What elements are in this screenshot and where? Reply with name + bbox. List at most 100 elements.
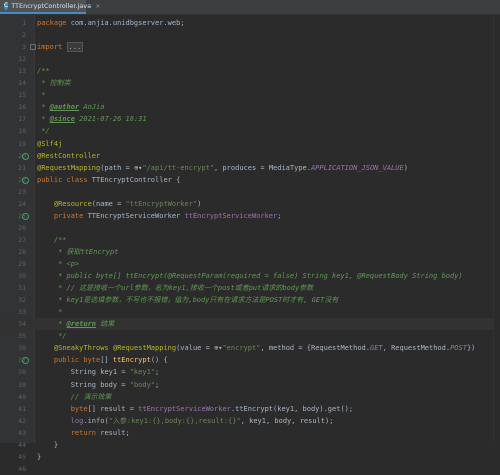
code-line[interactable]: 25 private TTEncryptServiceWorker ttEncr… [0, 210, 494, 222]
code-token: public class [37, 175, 92, 184]
line-number: 27 [18, 235, 26, 244]
code-line[interactable]: 18 */ [0, 125, 494, 137]
code-token: (value = [176, 344, 215, 353]
code-line[interactable]: 34 * @return 结果 [0, 318, 494, 331]
spring-bean-icon[interactable] [22, 152, 29, 160]
code-text: */ [37, 330, 67, 342]
code-line[interactable]: 23 [0, 186, 494, 198]
code-token: 2021-07-26 18:31 [74, 115, 147, 124]
code-line[interactable]: 38 String key1 = "key1"; [0, 366, 494, 378]
code-editor[interactable]: 1 package com.anjia.unidbgserver.web; 2 3 im… [0, 15, 500, 473]
code-text: private TTEncryptServiceWorker ttEncrypt… [37, 210, 282, 222]
code-token: /** [53, 235, 67, 244]
code-line[interactable]: 28 * 获取ttEncrypt [0, 246, 494, 258]
line-number: 14 [18, 79, 26, 88]
line-number: 44 [18, 440, 26, 449]
code-token: @author [49, 103, 80, 112]
spring-bean-icon[interactable] [22, 357, 29, 365]
code-text: import ... [37, 41, 84, 53]
line-number: 24 [18, 199, 26, 208]
code-line[interactable]: 31 * // 这是接收一个url参数，名为key1,接收一个post或者put… [0, 282, 494, 294]
line-number: 23 [18, 187, 26, 196]
code-line[interactable]: 46 [0, 463, 494, 475]
code-token: byte [70, 404, 88, 413]
code-line[interactable]: 21 @RequestMapping(path = ⊕▾"/api/tt-encr… [0, 162, 494, 174]
editor-scrollbar[interactable] [493, 15, 500, 443]
code-line[interactable]: 16 * @author AnJia [0, 101, 494, 113]
code-line[interactable]: 37 public byte[] ttEncrypt() { [0, 354, 494, 366]
code-text: @RestController [37, 150, 100, 162]
tab-ttencryptcontroller[interactable]: C TTEncryptController.java × [0, 0, 101, 14]
line-number: 28 [18, 247, 26, 256]
code-token: (name = [91, 199, 126, 208]
code-line[interactable]: 33 * [0, 306, 494, 318]
code-line[interactable]: 13 /** [0, 65, 494, 77]
code-line[interactable]: 29 * <p> [0, 258, 494, 270]
code-token: (path = [100, 163, 134, 172]
code-line[interactable]: 32 * key1是选填参数，不写也不报错，值为,body只有在请求方法是POS… [0, 294, 494, 306]
code-line[interactable]: 35 */ [0, 330, 494, 342]
code-line[interactable]: 30 * public byte[] ttEncrypt(@RequestPar… [0, 270, 494, 282]
code-text: * <p> [37, 258, 79, 270]
code-token: * public byte[] ttEncrypt(@RequestParam(… [37, 272, 463, 281]
code-token: String key1 = [37, 368, 130, 377]
code-token: * 获取ttEncrypt [37, 247, 119, 256]
code-token: log [70, 416, 84, 425]
code-line[interactable]: 3 import ... [0, 41, 494, 53]
code-text: /** [37, 65, 50, 77]
code-line[interactable]: 2 [0, 29, 494, 41]
code-line[interactable]: 17 * @since 2021-07-26 18:31 [0, 113, 494, 125]
code-token: ) [403, 163, 408, 172]
code-text: String key1 = "key1"; [37, 366, 160, 378]
code-token: */ [37, 332, 67, 341]
code-token: private [53, 211, 88, 220]
code-line[interactable]: 26 [0, 222, 494, 234]
code-line[interactable]: 1 package com.anjia.unidbgserver.web; [0, 17, 494, 29]
code-text: * @author AnJia [37, 101, 104, 113]
line-number: 1 [22, 19, 26, 27]
code-line[interactable]: 20 @RestController [0, 150, 494, 162]
code-line[interactable]: 44 } [0, 439, 494, 451]
code-text: */ [37, 125, 50, 137]
code-token: "ttEncryptWorker" [125, 199, 198, 208]
code-token: @since [49, 115, 75, 124]
code-line[interactable]: 15 * [0, 89, 494, 101]
code-token[interactable]: ... [66, 42, 84, 53]
code-line[interactable]: 12 [0, 53, 494, 65]
code-line[interactable]: 41 byte[] result = ttEncryptServiceWorke… [0, 403, 494, 415]
code-text: * [37, 89, 45, 101]
code-text: return result; [37, 427, 130, 439]
code-token: GET [369, 344, 383, 353]
code-token: */ [37, 127, 50, 136]
code-line[interactable]: 40 // 演示效果 [0, 391, 494, 403]
code-line[interactable]: 36 @SneakyThrows @RequestMapping(value =… [0, 342, 494, 354]
code-token: .info( [83, 416, 109, 425]
code-line[interactable]: 22 public class TTEncryptController { [0, 174, 494, 186]
code-text: * key1是选填参数，不写也不报错，值为,body只有在请求方法是POST时才… [37, 294, 338, 306]
line-number: 15 [18, 91, 26, 100]
code-line[interactable]: 14 * 控制类 [0, 77, 494, 89]
code-token: ) [197, 199, 202, 208]
code-line[interactable]: 24 @Resource(name = "ttEncryptWorker") [0, 198, 494, 210]
code-line[interactable]: 42 log.info("入参:key1:{},body:{},result:{… [0, 415, 494, 427]
spring-bean-icon[interactable] [22, 212, 29, 220]
line-number: 26 [18, 223, 26, 232]
code-token: ttEncryptServiceWorker [138, 404, 231, 413]
code-line[interactable]: 19 @Slf4j [0, 138, 494, 150]
code-token: .ttEncrypt(key1, body).get(); [230, 404, 354, 413]
close-tab-icon[interactable]: × [95, 2, 100, 10]
code-token: , RequestMethod. [382, 344, 451, 353]
spring-bean-icon[interactable] [22, 176, 29, 184]
code-line[interactable]: 43 return result; [0, 427, 494, 439]
code-line[interactable]: 45} [0, 451, 494, 463]
fold-toggle-icon[interactable] [30, 44, 36, 51]
code-token: * [37, 103, 50, 112]
code-line[interactable]: 39 String body = "body"; [0, 379, 494, 391]
code-text: * 控制类 [37, 77, 70, 89]
code-line[interactable]: 27 /** [0, 234, 494, 246]
code-token: , key1, body, result); [240, 416, 334, 425]
